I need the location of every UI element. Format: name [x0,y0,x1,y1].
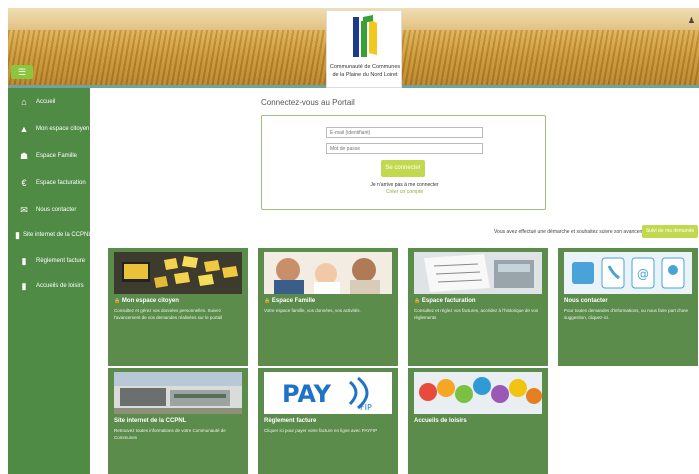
building-image-icon [114,372,242,414]
card-reglement-facture[interactable]: PAY FIP Règlement facture Cliquer ici po… [258,368,398,474]
sidebar-item-label: Espace Famille [36,153,78,159]
sidebar-item-label: Accueil [36,99,56,105]
sidebar-item-site-ccpnl[interactable]: ▮ Site internet de la CCPNL [8,224,92,246]
payfip-logo-icon: PAY FIP [264,372,392,414]
contact-illustration: @ [564,252,692,294]
sidebar-item-label: Accueils de loisirs [36,283,84,289]
card-description: Votre espace famille, vos données, vos a… [264,308,361,313]
sidebar-item-loisirs[interactable]: ▮ Accueils de loisirs [8,275,90,297]
forgot-password-link[interactable]: Je n'arrive pas à me connecter [262,182,547,188]
logo-mark-icon [353,15,377,57]
building-illustration [114,372,242,414]
hamburger-icon[interactable]: ☰ [11,65,33,79]
card-description: Pour toutes demandes d'informations, ou … [564,308,689,320]
document-icon: ▮ [21,255,27,266]
card-contact[interactable]: @ Nous contacter Pour toutes demandes d'… [558,248,698,366]
card-title: 🔒 Espace Famille [264,298,316,304]
sidebar-item-label: Nous contacter [36,207,77,213]
sidebar-item-facturation[interactable]: € Espace facturation [8,172,90,194]
citizen-illustration [114,252,242,294]
card-site-ccpnl[interactable]: Site internet de la CCPNL Retrouvez tout… [108,368,248,474]
document-icon: ▮ [15,229,20,240]
sidebar-item-contact[interactable]: ✉ Nous contacter [8,199,90,221]
card-title: Accueils de loisirs [414,418,467,424]
svg-text:FIP: FIP [360,403,372,412]
sidebar-item-label: Site internet de la CCPNL [22,232,92,238]
hands-image-icon [414,372,542,414]
contact-image-icon: @ [564,252,692,294]
card-espace-famille[interactable]: 🔒 Espace Famille Votre espace famille, v… [258,248,398,366]
card-title: 🔒 Mon espace citoyen [114,298,179,304]
document-icon: ▮ [21,280,27,291]
payfip-logo: PAY FIP [264,372,392,414]
card-title: Nous contacter [564,298,608,304]
org-logo[interactable]: Communauté de Communes de la Plaine du N… [326,10,402,88]
password-input[interactable] [326,143,483,154]
lock-icon: 🔒 [264,298,271,304]
sidebar-item-label: Mon espace citoyen [36,126,90,132]
org-name-line1: Communauté de Communes [329,64,401,70]
family-image-icon [264,252,392,294]
billing-illustration [414,252,542,294]
org-name: Communauté de Communes de la Plaine du N… [329,63,401,79]
card-description: Retrouvez toutes informations de votre C… [114,428,226,440]
person-icon: ▲ [19,124,29,134]
lock-icon: 🔒 [114,298,121,304]
card-description: Consultez et réglez vos factures, accéde… [414,308,539,320]
family-icon: ☗ [19,150,29,161]
card-facturation[interactable]: 🔒 Espace facturation Consultez et réglez… [408,248,548,366]
lock-icon: 🔒 [414,298,421,304]
card-title: Site internet de la CCPNL [114,418,187,424]
sidebar-item-espace-famille[interactable]: ☗ Espace Famille [8,145,90,167]
user-icon[interactable]: ♟ [688,16,695,25]
sidebar-item-reglement[interactable]: ▮ Règlement facture [8,250,90,272]
family-illustration [264,252,392,294]
email-input[interactable] [326,127,483,138]
card-title: Règlement facture [264,418,317,424]
suivi-demande-button[interactable]: Suivi de ma demande [642,225,698,238]
card-accueils-loisirs[interactable]: Accueils de loisirs [408,368,548,474]
citizen-image-icon [114,252,242,294]
sidebar-item-label: Espace facturation [36,180,86,186]
sidebar-item-espace-citoyen[interactable]: ▲ Mon espace citoyen [8,118,90,140]
svg-text:@: @ [637,267,649,281]
hands-illustration [414,372,542,414]
org-name-line2: de la Plaine du Nord Loiret [332,72,398,78]
envelope-icon: ✉ [20,204,28,215]
sidebar-item-label: Règlement facture [36,258,86,264]
login-title: Connectez-vous au Portail [261,98,355,107]
card-espace-citoyen[interactable]: 🔒 Mon espace citoyen Consultez et gérez … [108,248,248,366]
card-description: Cliquer ici pour payer votre facture en … [264,428,378,433]
login-button[interactable]: Se connecter [381,160,425,177]
card-description: Consultez et gérez vos données personnel… [114,308,223,320]
euro-icon: € [21,178,27,188]
card-title: 🔒 Espace facturation [414,298,476,304]
suivi-text: Vous avez effectué une démarche et souha… [494,229,651,235]
login-panel: Se connecter Je n'arrive pas à me connec… [261,115,546,210]
billing-image-icon [414,252,542,294]
sidebar-item-accueil[interactable]: ⌂ Accueil [8,91,90,113]
create-account-link[interactable]: Créer un compte [262,189,547,195]
svg-text:PAY: PAY [282,380,332,408]
home-icon: ⌂ [21,97,27,107]
